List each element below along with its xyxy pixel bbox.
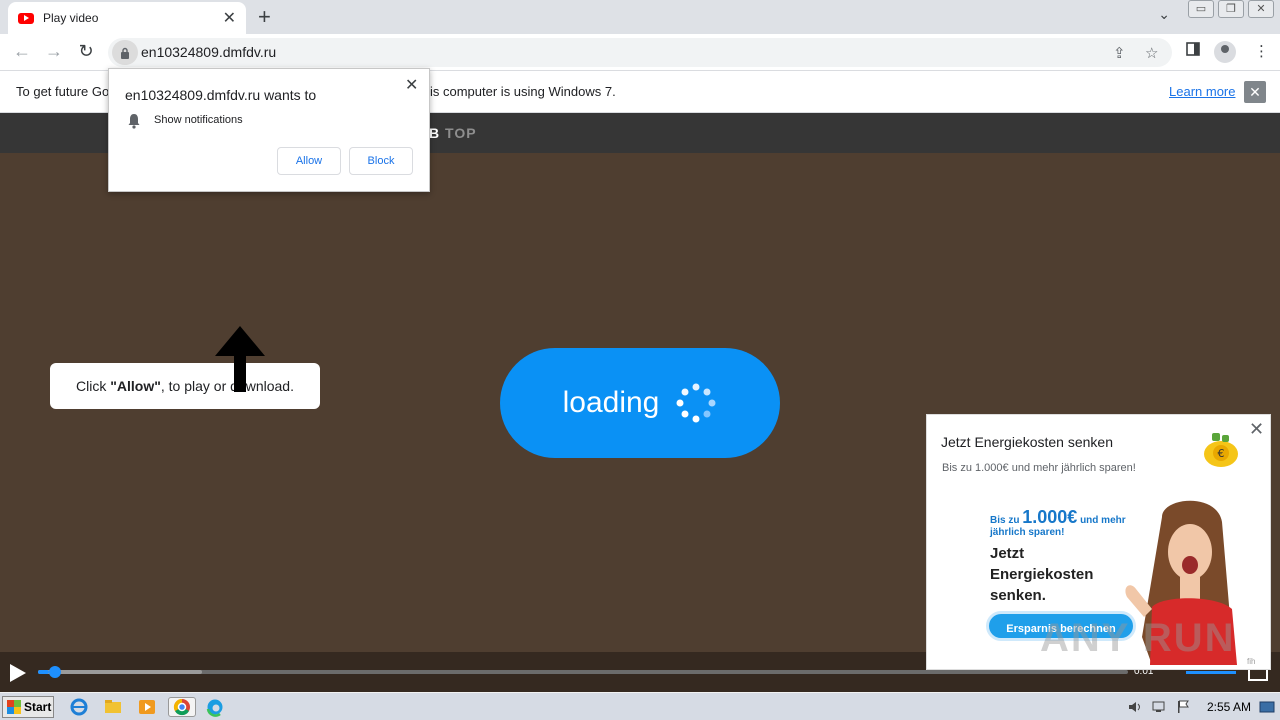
creative-savings-line-2: jährlich sparen! — [990, 527, 1065, 538]
tab-strip: Play video ✕ + ⌄ ▭ ❐ ✕ — [0, 0, 1280, 34]
permission-host-text: en10324809.dmfdv.ru wants to — [125, 87, 317, 103]
speaker-icon[interactable] — [1126, 697, 1144, 717]
tab-title: Play video — [43, 11, 99, 25]
spinner-icon — [676, 383, 716, 423]
seek-bar[interactable] — [38, 666, 1128, 678]
minimize-button[interactable]: ▭ — [1188, 0, 1214, 18]
tab-search-icon[interactable]: ⌄ — [1158, 6, 1170, 23]
notification-permission-popup: en10324809.dmfdv.ru wants to ✕ Show noti… — [108, 68, 430, 192]
media-player-icon[interactable] — [136, 697, 158, 717]
chrome-icon[interactable] — [168, 697, 196, 717]
new-tab-button[interactable]: + — [258, 4, 271, 30]
show-desktop-icon[interactable] — [1258, 697, 1276, 717]
close-window-button[interactable]: ✕ — [1248, 0, 1274, 18]
popup-close-icon[interactable]: ✕ — [405, 75, 418, 95]
url-text: en10324809.dmfdv.ru — [141, 44, 277, 60]
restore-button[interactable]: ❐ — [1218, 0, 1244, 18]
seek-buffered — [38, 670, 202, 674]
menu-kebab-icon[interactable]: ⋮ — [1254, 42, 1269, 60]
file-explorer-icon[interactable] — [102, 697, 124, 717]
action-center-flag-icon[interactable] — [1174, 697, 1192, 717]
address-bar[interactable]: en10324809.dmfdv.ru ⇪ ☆ — [108, 38, 1172, 67]
creative-savings-line: Bis zu 1.000€ und mehr — [990, 507, 1126, 527]
taskbar-clock: 2:55 AM — [1207, 700, 1252, 714]
ad-tag: fih — [1247, 657, 1256, 666]
browser-toolbar: ← → ↻ en10324809.dmfdv.ru ⇪ ☆ ⋮ — [0, 34, 1280, 71]
learn-more-link[interactable]: Learn more — [1169, 84, 1235, 99]
ad-subheading: Bis zu 1.000€ und mehr jährlich sparen! — [942, 462, 1136, 474]
side-panel-icon[interactable] — [1186, 42, 1200, 60]
volume-slider[interactable] — [1186, 671, 1236, 674]
anyrun-watermark: ANY RUN — [1040, 616, 1236, 660]
up-arrow-icon — [215, 326, 265, 392]
edge-icon[interactable] — [204, 697, 226, 717]
hint-prefix: Click — [76, 378, 111, 394]
loading-label: loading — [562, 386, 660, 419]
play-icon[interactable] — [10, 664, 26, 682]
network-icon[interactable] — [1150, 697, 1168, 717]
forward-icon[interactable]: → — [42, 41, 66, 62]
ad-heading[interactable]: Jetzt Energiekosten senken — [941, 434, 1113, 450]
start-label: Start — [24, 700, 52, 714]
piggy-bank-icon: € — [1204, 433, 1238, 467]
internet-explorer-icon[interactable] — [68, 697, 90, 717]
windows-logo-icon — [7, 700, 21, 714]
back-icon[interactable]: ← — [10, 41, 34, 62]
hint-bold: "Allow" — [110, 378, 161, 394]
tab-play-video[interactable]: Play video ✕ — [8, 2, 246, 34]
seek-played — [38, 670, 49, 674]
start-button[interactable]: Start — [2, 696, 54, 718]
seek-knob[interactable] — [48, 666, 61, 678]
infobar-text-left: To get future Go — [16, 84, 110, 99]
tab-close-icon[interactable]: ✕ — [223, 8, 236, 28]
block-button[interactable]: Block — [349, 147, 413, 175]
permission-label: Show notifications — [154, 114, 243, 126]
allow-button[interactable]: Allow — [277, 147, 341, 175]
infobar-text-right: is computer is using Windows 7. — [430, 84, 616, 99]
allow-hint-bubble: Click "Allow", to play or download. — [50, 363, 320, 409]
infobar-close-button[interactable]: ✕ — [1244, 81, 1266, 103]
profile-avatar[interactable] — [1214, 41, 1236, 63]
creative-headline: Jetzt Energiekosten senken. — [990, 545, 1094, 604]
window-controls: ▭ ❐ ✕ — [1188, 0, 1274, 18]
reload-icon[interactable]: ↻ — [74, 41, 98, 62]
bell-icon — [128, 114, 140, 129]
share-icon[interactable]: ⇪ — [1113, 44, 1126, 62]
loading-indicator[interactable]: loading — [500, 348, 780, 458]
lock-icon[interactable] — [112, 40, 138, 65]
ad-close-icon[interactable]: ✕ — [1249, 419, 1264, 440]
windows-taskbar: Start 2:55 AM — [0, 692, 1280, 720]
youtube-icon — [18, 12, 34, 24]
bookmark-star-icon[interactable]: ☆ — [1145, 44, 1158, 62]
site-logo[interactable]: B TOP — [429, 125, 477, 141]
svg-text:€: € — [1218, 447, 1225, 460]
